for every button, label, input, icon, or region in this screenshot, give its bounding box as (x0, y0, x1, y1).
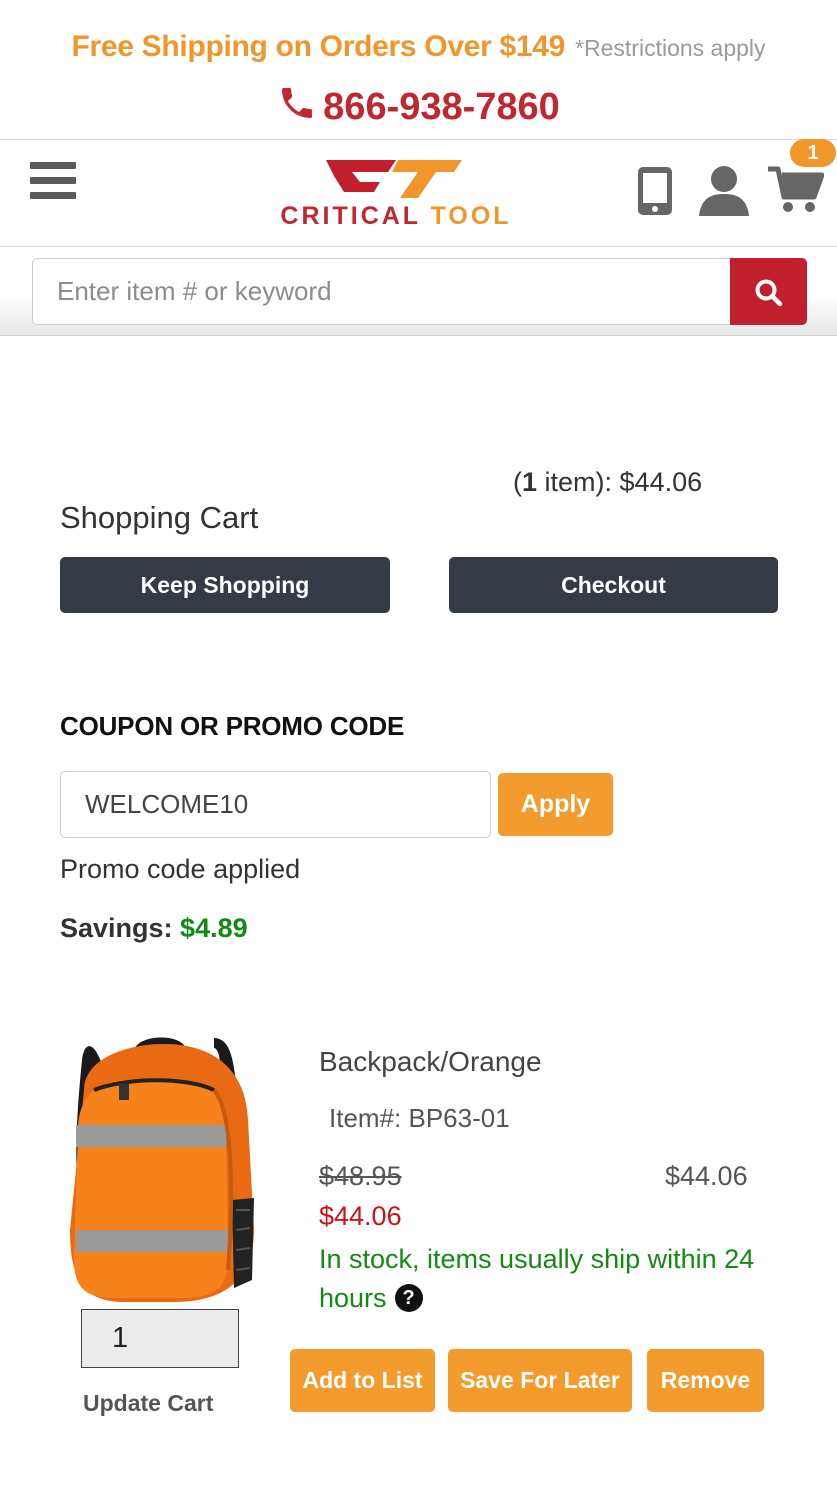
line-total: $44.06 (665, 1161, 748, 1191)
stock-text: In stock, items usually ship within 24 h… (319, 1244, 755, 1313)
help-icon[interactable]: ? (394, 1283, 423, 1312)
savings-label: Savings: (60, 913, 181, 943)
stock-status: In stock, items usually ship within 24 h… (319, 1240, 789, 1318)
search-input[interactable] (32, 258, 732, 325)
promo-banner: Free Shipping on Orders Over $149 *Restri… (0, 0, 837, 140)
device-icon[interactable] (636, 165, 674, 217)
logo-mark (326, 160, 462, 198)
keep-shopping-button[interactable]: Keep Shopping (60, 557, 390, 613)
product-image[interactable] (64, 1030, 258, 1308)
apply-coupon-button[interactable]: Apply (498, 773, 613, 836)
coupon-heading: COUPON OR PROMO CODE (60, 711, 405, 741)
promo-status: Promo code applied (60, 854, 301, 884)
search-icon (755, 279, 783, 307)
checkout-button[interactable]: Checkout (449, 557, 778, 613)
quantity-input[interactable] (81, 1309, 239, 1368)
logo-word-tool: TOOL (430, 202, 512, 230)
logo[interactable]: CRITICAL TOOL (274, 158, 518, 230)
logo-text: CRITICAL TOOL (274, 202, 518, 231)
sale-price: $44.06 (319, 1201, 402, 1231)
free-shipping-text: Free Shipping on Orders Over $149 (71, 30, 566, 63)
item-number: Item#: BP63-01 (329, 1103, 510, 1133)
search-bar (0, 248, 837, 336)
summary-count: 1 (522, 467, 538, 497)
summary-open: ( (513, 467, 522, 497)
product-name[interactable]: Backpack/Orange (319, 1046, 542, 1078)
summary-total: item): $44.06 (537, 467, 703, 497)
update-cart-link[interactable]: Update Cart (83, 1390, 213, 1417)
site-header: CRITICAL TOOL (0, 141, 837, 247)
menu-icon[interactable] (30, 162, 76, 202)
savings-line: Savings: $4.89 (60, 913, 248, 944)
cart-icon[interactable] (766, 163, 824, 215)
phone-icon (282, 87, 313, 118)
coupon-input[interactable] (60, 771, 491, 838)
logo-word-critical: CRITICAL (280, 202, 421, 230)
phone-number[interactable]: 866-938-7860 (323, 86, 560, 128)
add-to-list-button[interactable]: Add to List (290, 1349, 435, 1412)
shipping-promo: Free Shipping on Orders Over $149 *Restri… (0, 30, 837, 64)
cart-count-badge[interactable]: 1 (790, 139, 836, 167)
save-for-later-button[interactable]: Save For Later (448, 1349, 632, 1412)
page-title: Shopping Cart (60, 500, 259, 535)
search-button[interactable] (730, 258, 807, 325)
remove-button[interactable]: Remove (647, 1349, 764, 1412)
cart-summary: (1 item): $44.06 (513, 467, 702, 498)
restrictions-note[interactable]: *Restrictions apply (575, 35, 765, 61)
page: Free Shipping on Orders Over $149 *Restri… (0, 0, 837, 1500)
phone-contact[interactable]: 866-938-7860 (0, 86, 837, 129)
user-icon[interactable] (697, 164, 751, 216)
savings-amount: $4.89 (180, 913, 248, 943)
list-price: $48.95 (319, 1161, 402, 1191)
